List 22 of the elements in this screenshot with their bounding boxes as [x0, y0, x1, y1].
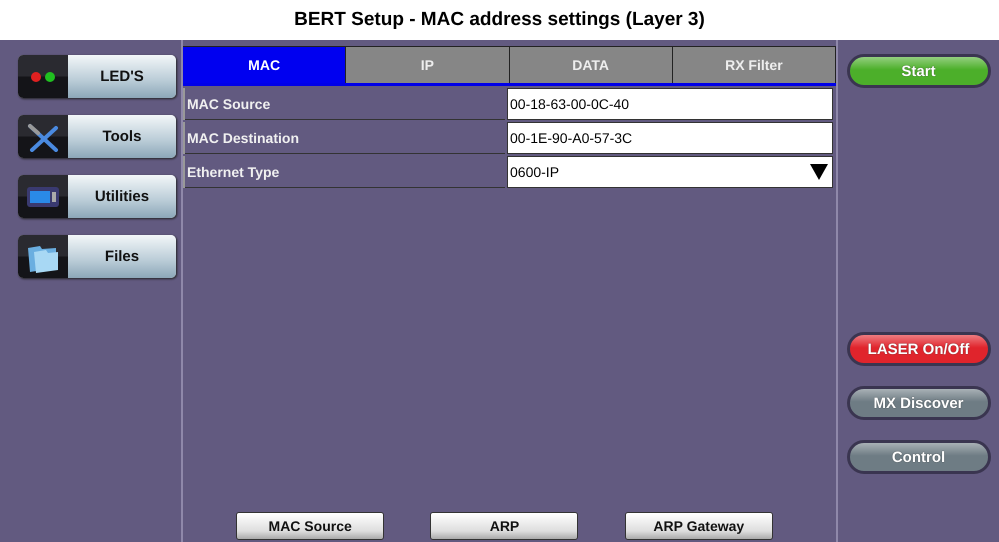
crossed-tools-icon	[26, 122, 60, 152]
pill-button[interactable]: Control	[846, 440, 990, 474]
led-lights-icon	[28, 70, 58, 82]
pill-button[interactable]: MX Discover	[846, 386, 990, 420]
action-button[interactable]: ARP	[430, 512, 578, 540]
page-title: BERT Setup - MAC address settings (Layer 3)	[293, 8, 706, 32]
field-label: MAC Source	[185, 88, 505, 120]
dropdown-field[interactable]: 0600-IP	[507, 156, 833, 188]
sidebar-button[interactable]: LED'S	[18, 55, 176, 98]
action-button[interactable]: ARP Gateway	[624, 512, 773, 540]
device-icon	[26, 186, 60, 208]
sidebar-button[interactable]: Tools	[18, 115, 176, 158]
action-button[interactable]: MAC Source	[236, 512, 384, 540]
input-field[interactable]: 00-1E-90-A0-57-3C	[507, 122, 833, 154]
dropdown-arrow-icon[interactable]	[810, 164, 828, 180]
sidebar-button[interactable]: Files	[18, 235, 176, 278]
field-label: MAC Destination	[185, 122, 505, 154]
sidebar-button[interactable]: Utilities	[18, 175, 176, 218]
pill-button[interactable]: LASER On/Off	[846, 332, 990, 366]
field-label: Ethernet Type	[185, 156, 505, 188]
tab[interactable]: MAC	[183, 47, 346, 83]
input-field[interactable]: 00-18-63-00-0C-40	[507, 88, 833, 120]
